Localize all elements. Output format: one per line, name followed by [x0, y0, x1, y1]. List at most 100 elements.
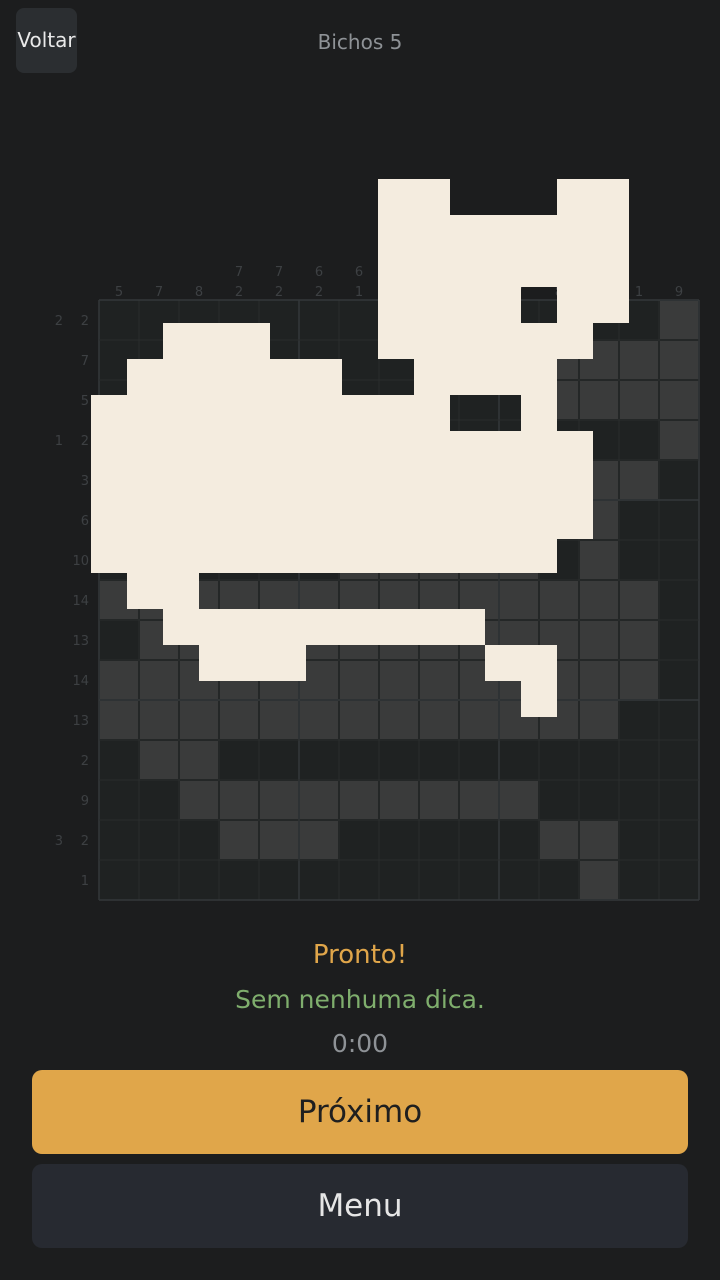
filled-cell: [380, 661, 418, 699]
cat-pixel-block: [199, 645, 306, 681]
cat-pixel-block: [127, 573, 199, 609]
cat-pixel-block: [557, 179, 629, 323]
nonogram-board: 5787272626177778919227512361014131413293…: [55, 179, 700, 901]
cat-pixel-block: [450, 287, 521, 323]
cat-pixel-block: [378, 323, 593, 359]
cat-pixel-block: [91, 431, 593, 539]
row-clue: 7: [81, 354, 89, 369]
cat-pixel-block: [91, 539, 557, 573]
filled-cell: [620, 621, 658, 659]
row-clue: 2: [81, 834, 89, 849]
filled-cell: [540, 821, 578, 859]
filled-cell: [340, 661, 378, 699]
row-clue: 2: [81, 434, 89, 449]
filled-cell: [300, 821, 338, 859]
filled-cell: [220, 701, 258, 739]
filled-cell: [180, 781, 218, 819]
filled-cell: [220, 821, 258, 859]
filled-cell: [580, 821, 618, 859]
timer: 0:00: [331, 1029, 389, 1058]
cat-pixel-block: [378, 179, 450, 323]
column-clue: 7: [275, 265, 283, 280]
filled-cell: [220, 781, 258, 819]
filled-cell: [380, 701, 418, 739]
row-clue: 13: [72, 714, 89, 729]
filled-cell: [620, 341, 658, 379]
filled-cell: [260, 821, 298, 859]
cat-pixel-block: [414, 359, 557, 395]
filled-cell: [420, 701, 458, 739]
filled-cell: [660, 421, 698, 459]
row-clue: 1: [81, 874, 89, 889]
column-clue: 7: [155, 285, 163, 300]
cat-pixel-block: [450, 215, 557, 287]
filled-cell: [340, 701, 378, 739]
filled-cell: [340, 781, 378, 819]
row-clue: 2: [81, 754, 89, 769]
filled-cell: [580, 861, 618, 899]
column-clue: 2: [235, 285, 243, 300]
filled-cell: [540, 581, 578, 619]
completion-status: Pronto!: [312, 940, 408, 970]
column-clue: 5: [115, 285, 123, 300]
cat-pixel-block: [163, 609, 485, 645]
filled-cell: [180, 701, 218, 739]
filled-cell: [300, 781, 338, 819]
hint-summary: Sem nenhuma dica.: [235, 985, 485, 1014]
column-clue: 6: [355, 265, 363, 280]
filled-cell: [460, 781, 498, 819]
column-clue: 6: [315, 265, 323, 280]
menu-button[interactable]: Menu: [32, 1164, 688, 1248]
filled-cell: [620, 381, 658, 419]
row-clue: 2: [55, 314, 63, 329]
filled-cell: [100, 701, 138, 739]
filled-cell: [580, 701, 618, 739]
filled-cell: [580, 661, 618, 699]
filled-cell: [500, 781, 538, 819]
filled-cell: [580, 621, 618, 659]
row-clue: 3: [55, 834, 63, 849]
row-clue: 13: [72, 634, 89, 649]
column-clue: 1: [635, 285, 643, 300]
cat-pixel-block: [521, 395, 557, 431]
filled-cell: [180, 741, 218, 779]
filled-cell: [660, 381, 698, 419]
filled-cell: [620, 661, 658, 699]
column-clue: 2: [315, 285, 323, 300]
column-clue: 7: [235, 265, 243, 280]
filled-cell: [100, 661, 138, 699]
filled-cell: [140, 661, 178, 699]
filled-cell: [140, 741, 178, 779]
cat-pixel-block: [127, 359, 342, 395]
filled-cell: [300, 701, 338, 739]
filled-cell: [580, 581, 618, 619]
filled-cell: [260, 701, 298, 739]
column-clue: 1: [355, 285, 363, 300]
row-clue: 2: [81, 314, 89, 329]
filled-cell: [380, 781, 418, 819]
cat-pixel-block: [521, 681, 557, 717]
row-clue: 14: [72, 594, 89, 609]
filled-cell: [420, 781, 458, 819]
row-clue: 3: [81, 474, 89, 489]
filled-cell: [140, 701, 178, 739]
row-clue: 1: [55, 434, 63, 449]
row-clue: 9: [81, 794, 89, 809]
row-clue: 14: [72, 674, 89, 689]
cat-pixel-block: [163, 323, 270, 359]
filled-cell: [500, 581, 538, 619]
column-clue: 2: [275, 285, 283, 300]
next-button[interactable]: Próximo: [32, 1070, 688, 1154]
column-clue: 8: [195, 285, 203, 300]
row-clue: 6: [81, 514, 89, 529]
filled-cell: [260, 781, 298, 819]
row-clue: 5: [81, 394, 89, 409]
column-clue: 9: [675, 285, 683, 300]
cat-pixel-block: [91, 395, 450, 431]
filled-cell: [580, 381, 618, 419]
filled-cell: [620, 461, 658, 499]
filled-cell: [420, 661, 458, 699]
filled-cell: [620, 581, 658, 619]
row-clue: 10: [72, 554, 89, 569]
filled-cell: [580, 541, 618, 579]
